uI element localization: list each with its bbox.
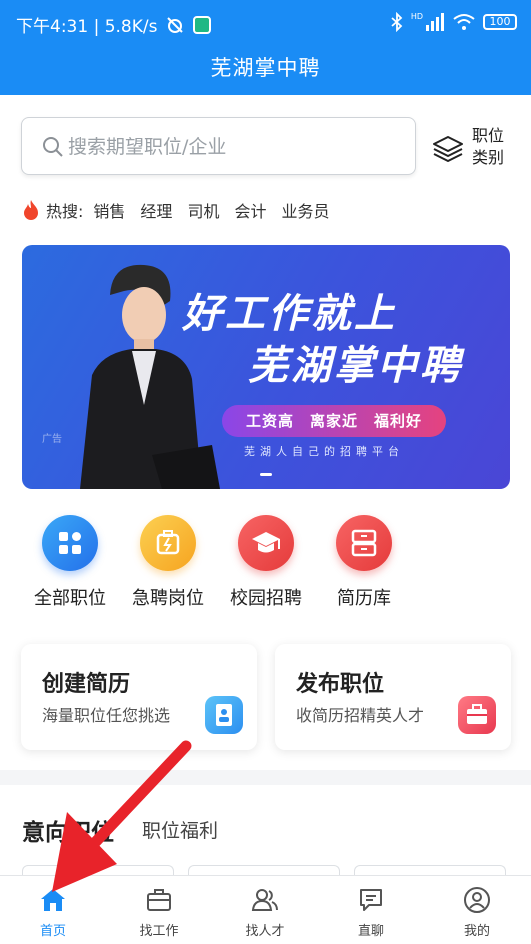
graduation-cap-icon <box>238 515 294 571</box>
briefcase-icon <box>458 696 496 734</box>
profile-icon <box>464 887 490 913</box>
job-card-stub[interactable] <box>188 865 340 875</box>
quick-nav-campus[interactable]: 校园招聘 <box>216 515 316 610</box>
search-box[interactable] <box>21 117 416 175</box>
tab-label: 找工作 <box>139 924 179 939</box>
tab-job-benefits[interactable]: 职位福利 <box>142 816 218 843</box>
tab-label: 首页 <box>39 924 66 939</box>
chat-icon <box>360 889 382 911</box>
hd-signal-label: HD <box>410 12 423 21</box>
quick-nav-label: 急聘岗位 <box>132 588 204 609</box>
tab-chat[interactable]: 直聊 <box>331 886 411 939</box>
banner-benefits-pill: 工资高 离家近 福利好 <box>222 405 446 437</box>
hot-search-item[interactable]: 会计 <box>234 198 266 222</box>
people-icon <box>251 889 278 911</box>
resume-icon <box>205 696 243 734</box>
ad-tag: 广告 <box>42 434 62 445</box>
hot-search-label: 热搜: <box>46 202 84 221</box>
app-header: 下午4:31 | 5.8K/s HD 100 芜湖掌中聘 <box>0 0 531 95</box>
quick-nav-label: 全部职位 <box>34 588 106 609</box>
tab-find-job[interactable]: 找工作 <box>119 886 199 939</box>
banner-headline-1: 好工作就上 <box>182 291 397 337</box>
hot-search-item[interactable]: 业务员 <box>281 198 329 222</box>
banner-page-indicator <box>260 473 272 476</box>
quick-nav-resume-library[interactable]: 简历库 <box>314 515 414 610</box>
hot-search-item[interactable]: 司机 <box>187 198 219 222</box>
briefcase-icon <box>147 889 171 911</box>
security-shield-icon <box>193 15 212 34</box>
job-card-stub[interactable] <box>354 865 506 875</box>
job-category-button[interactable]: 职位类别 <box>432 125 514 171</box>
hot-search-item[interactable]: 经理 <box>140 198 172 222</box>
layers-icon <box>433 136 463 162</box>
drawer-icon <box>336 515 392 571</box>
battery-icon: 100 <box>483 14 517 30</box>
bluetooth-icon <box>391 12 403 32</box>
status-time-speed: 下午4:31 | 5.8K/s <box>16 17 158 37</box>
job-category-label: 职位类别 <box>472 126 505 167</box>
intent-section: 意向职位 职位福利 <box>0 785 531 875</box>
tab-home[interactable]: 首页 <box>13 886 93 939</box>
alarm-off-icon <box>167 16 184 33</box>
tab-intended-jobs[interactable]: 意向职位 <box>22 813 114 847</box>
search-input[interactable] <box>68 132 398 162</box>
search-icon <box>43 137 63 157</box>
home-content: 职位类别 热搜: 销售 经理 司机 会计 业务员 广告 好工作就上 芜湖掌中聘 … <box>0 95 531 770</box>
wifi-icon <box>453 14 475 30</box>
tab-find-talent[interactable]: 找人才 <box>225 886 305 939</box>
banner-headline-2: 芜湖掌中聘 <box>248 343 463 389</box>
quick-nav-label: 校园招聘 <box>230 588 302 609</box>
card-title: 发布职位 <box>296 672 385 697</box>
bottom-tab-bar: 首页 找工作 找人才 直聊 我的 <box>0 875 531 944</box>
signal-icon <box>426 13 444 31</box>
tab-label: 直聊 <box>357 924 384 939</box>
fire-icon <box>24 200 38 220</box>
hot-search-item[interactable]: 销售 <box>93 198 125 222</box>
card-subtitle: 收简历招精英人才 <box>296 706 425 725</box>
hot-search-row: 热搜: 销售 经理 司机 会计 业务员 <box>22 198 344 222</box>
create-resume-card[interactable]: 创建简历 海量职位任您挑选 <box>21 644 257 750</box>
tab-label: 我的 <box>463 924 490 939</box>
banner-subtitle: 芜湖人自己的招聘平台 <box>244 445 404 458</box>
status-bar: 下午4:31 | 5.8K/s HD 100 <box>0 0 531 46</box>
quick-nav-label: 简历库 <box>337 588 391 609</box>
job-card-stub[interactable] <box>22 865 174 875</box>
quick-nav: 全部职位 急聘岗位 校园招聘 简历库 <box>0 515 531 615</box>
quick-nav-urgent[interactable]: 急聘岗位 <box>118 515 218 610</box>
home-icon <box>41 889 65 911</box>
post-job-card[interactable]: 发布职位 收简历招精英人才 <box>275 644 511 750</box>
urgent-icon <box>140 515 196 571</box>
tab-profile[interactable]: 我的 <box>437 886 517 939</box>
app-title: 芜湖掌中聘 <box>210 56 321 80</box>
card-title: 创建简历 <box>42 672 131 697</box>
status-right: HD 100 <box>391 12 517 32</box>
tab-label: 找人才 <box>245 924 285 939</box>
card-subtitle: 海量职位任您挑选 <box>42 706 171 725</box>
status-left: 下午4:31 | 5.8K/s <box>16 12 212 37</box>
promo-banner[interactable]: 广告 好工作就上 芜湖掌中聘 工资高 离家近 福利好 芜湖人自己的招聘平台 <box>22 245 510 489</box>
grid-icon <box>42 515 98 571</box>
quick-nav-all-jobs[interactable]: 全部职位 <box>20 515 120 610</box>
